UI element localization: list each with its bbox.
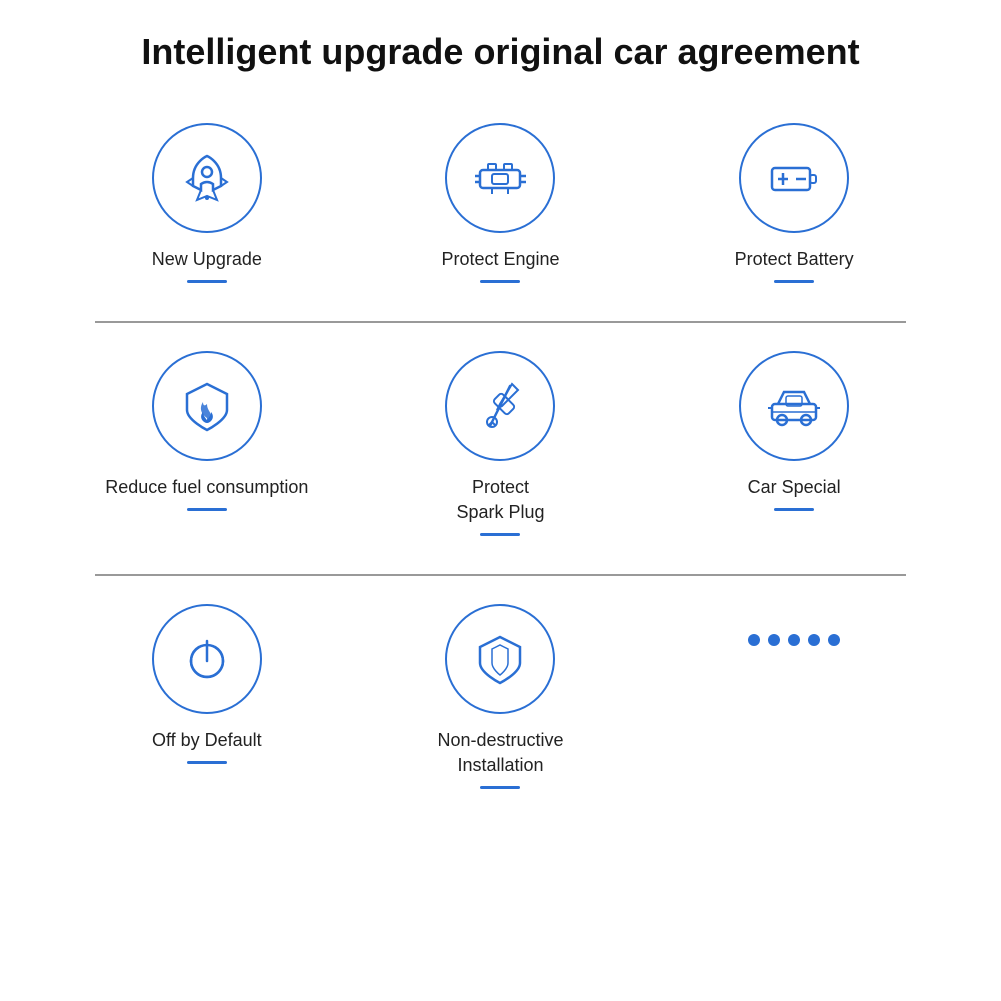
protect-battery-underline [774,280,814,283]
car-special-underline [774,508,814,511]
power-icon [177,629,237,689]
feature-protect-spark: ProtectSpark Plug [390,351,610,536]
dot-2 [768,634,780,646]
protect-engine-icon-circle [445,123,555,233]
page: Intelligent upgrade original car agreeme… [0,0,1001,1001]
shield-outline-icon [470,629,530,689]
reduce-fuel-icon-circle [152,351,262,461]
dot-3 [788,634,800,646]
new-upgrade-icon-circle [152,123,262,233]
protect-battery-icon-circle [739,123,849,233]
non-destructive-underline [480,786,520,789]
off-default-underline [187,761,227,764]
engine-icon [470,148,530,208]
feature-row-1: New Upgrade Protect Engine [40,113,961,303]
protect-engine-label: Protect Engine [441,247,559,272]
page-title: Intelligent upgrade original car agreeme… [141,30,859,73]
car-icon [764,376,824,436]
feature-row-2: Reduce fuel consumption ProtectSpark Plu… [40,341,961,556]
battery-icon [764,148,824,208]
reduce-fuel-label: Reduce fuel consumption [105,475,308,500]
non-destructive-icon-circle [445,604,555,714]
spark-plug-icon [470,376,530,436]
dot-5 [828,634,840,646]
divider-1 [95,321,905,323]
dots-group [748,604,840,646]
protect-spark-underline [480,533,520,536]
dot-4 [808,634,820,646]
feature-car-special: Car Special [684,351,904,536]
new-upgrade-underline [187,280,227,283]
feature-row-3: Off by Default Non-destructiveInstallati… [40,594,961,809]
protect-engine-underline [480,280,520,283]
feature-new-upgrade: New Upgrade [97,123,317,283]
car-special-icon-circle [739,351,849,461]
feature-off-default: Off by Default [97,604,317,789]
feature-reduce-fuel: Reduce fuel consumption [97,351,317,536]
feature-dots [684,604,904,789]
car-special-label: Car Special [748,475,841,500]
divider-2 [95,574,905,576]
dot-1 [748,634,760,646]
protect-battery-label: Protect Battery [735,247,854,272]
off-default-icon-circle [152,604,262,714]
reduce-fuel-underline [187,508,227,511]
feature-non-destructive: Non-destructiveInstallation [390,604,610,789]
non-destructive-label: Non-destructiveInstallation [437,728,563,778]
feature-protect-battery: Protect Battery [684,123,904,283]
protect-spark-icon-circle [445,351,555,461]
shield-fire-icon [177,376,237,436]
protect-spark-label: ProtectSpark Plug [456,475,544,525]
rocket-icon [177,148,237,208]
feature-protect-engine: Protect Engine [390,123,610,283]
new-upgrade-label: New Upgrade [152,247,262,272]
off-default-label: Off by Default [152,728,262,753]
